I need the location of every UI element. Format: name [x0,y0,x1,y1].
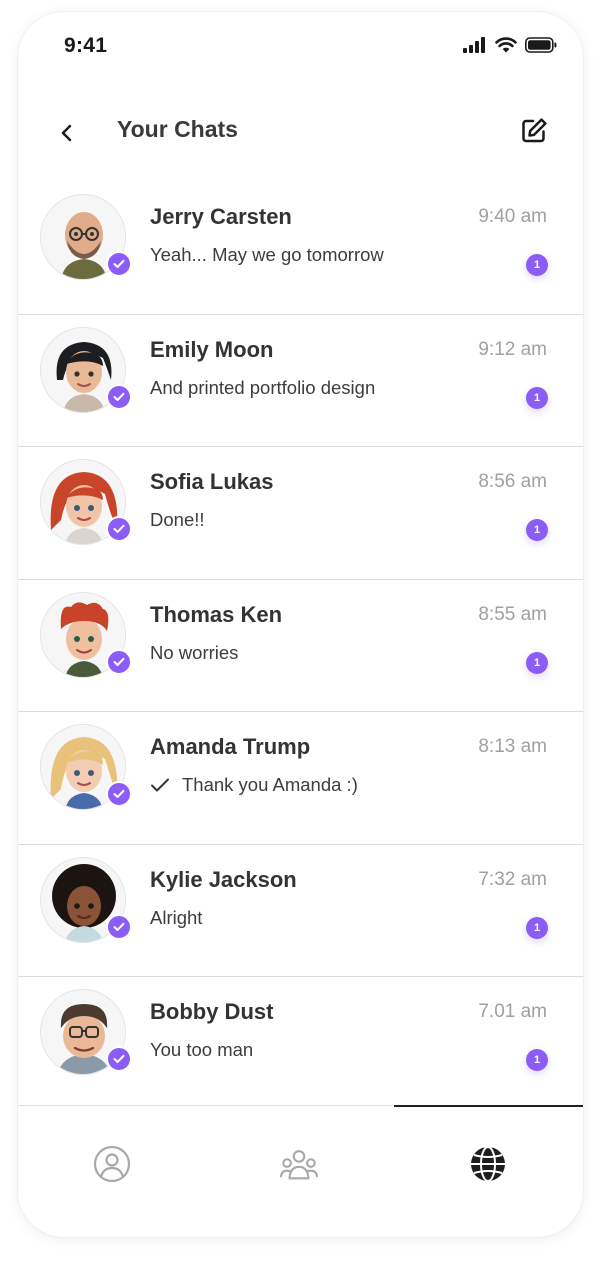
chat-message-row: Yeah... May we go tomorrow [150,244,384,266]
chat-list: Jerry Carsten 9:40 am Yeah... May we go … [18,182,583,1110]
check-icon [113,657,125,666]
nav-profile[interactable] [92,1144,132,1184]
chat-message-row: Thank you Amanda :) [150,774,358,796]
unread-badge: 1 [526,386,548,409]
check-icon [113,1054,125,1063]
verified-badge [106,648,132,675]
battery-icon [525,37,557,53]
verified-badge [106,1046,132,1072]
edit-icon [522,118,547,143]
verified-badge [106,251,132,277]
chat-time: 7.01 am [478,1001,547,1022]
chat-time: 7:32 am [478,868,547,890]
chat-name: Jerry Carsten [150,204,292,229]
check-icon [113,524,125,533]
chat-item[interactable]: Sofia Lukas 8:56 am Done!! 1 [18,447,583,580]
chat-item[interactable]: Thomas Ken 8:55 am No worries 1 [18,580,583,712]
chat-message-row: Alright [150,907,202,929]
chat-message-row: You too man [150,1039,253,1061]
verified-badge [106,383,132,410]
avatar [40,724,132,810]
verified-badge [106,516,132,542]
read-check-icon [151,778,169,792]
community-icon [279,1150,319,1180]
chat-time: 9:12 am [478,338,547,360]
avatar [40,459,132,545]
chat-item[interactable]: Kylie Jackson 7:32 am Alright 1 [18,845,583,977]
chat-message: Thank you Amanda :) [182,774,358,795]
chat-message-row: And printed portfolio design [150,377,375,399]
signal-icon [463,37,485,53]
header: Your Chats [18,108,583,168]
status-time: 9:41 [64,34,108,57]
chat-message-row: No worries [150,642,238,664]
chat-message: No worries [150,641,239,663]
unread-badge: 1 [526,916,548,939]
chat-item[interactable]: Amanda Trump 8:13 am Thank you Amanda :) [18,712,583,845]
chat-name: Bobby Dust [150,999,274,1024]
chevron-left-icon [61,124,72,142]
wifi-icon [495,37,517,53]
status-icons [463,37,557,53]
chat-time: 8:55 am [478,603,547,625]
avatar [40,989,132,1075]
check-icon [113,922,125,931]
chat-name: Thomas Ken [150,601,283,627]
chat-message: And printed portfolio design [150,376,376,398]
avatar [40,326,132,413]
phone-frame: 9:41 Your Chats Jerry Carsten 9:40 am Ye… [18,12,583,1237]
chat-time: 8:13 am [478,736,547,757]
status-bar: 9:41 [18,12,583,82]
check-icon [113,392,125,401]
avatar [40,194,132,280]
chat-name: Amanda Trump [150,734,311,759]
avatar [40,856,132,943]
unread-badge: 1 [526,651,548,674]
bottom-nav [18,1104,583,1237]
chat-message: You too man [150,1039,254,1060]
chat-time: 9:40 am [478,206,547,227]
chat-message: Yeah... May we go tomorrow [150,244,384,265]
chat-message: Done!! [150,509,205,530]
avatar [40,591,132,678]
chat-name: Sofia Lukas [150,469,274,494]
chat-item[interactable]: Jerry Carsten 9:40 am Yeah... May we go … [18,182,583,315]
unread-badge: 1 [526,1049,548,1071]
unread-badge: 1 [526,519,548,541]
chat-time: 8:56 am [478,471,547,492]
unread-badge: 1 [526,254,548,276]
check-icon [113,789,125,798]
verified-badge [106,913,132,940]
check-icon [113,259,125,268]
active-tab-indicator [394,1104,583,1107]
profile-icon [93,1145,131,1183]
chat-name: Emily Moon [150,336,274,362]
globe-icon [471,1146,505,1182]
chat-message: Alright [150,906,203,928]
nav-globe[interactable] [468,1144,508,1184]
verified-badge [106,781,132,807]
chat-message-row: Done!! [150,509,205,531]
chat-item[interactable]: Bobby Dust 7.01 am You too man 1 [18,977,583,1110]
chat-item[interactable]: Emily Moon 9:12 am And printed portfolio… [18,315,583,447]
chat-name: Kylie Jackson [150,866,297,892]
back-button[interactable] [54,120,80,146]
nav-community[interactable] [279,1144,319,1184]
page-title: Your Chats [117,116,238,142]
compose-button[interactable] [519,116,549,146]
